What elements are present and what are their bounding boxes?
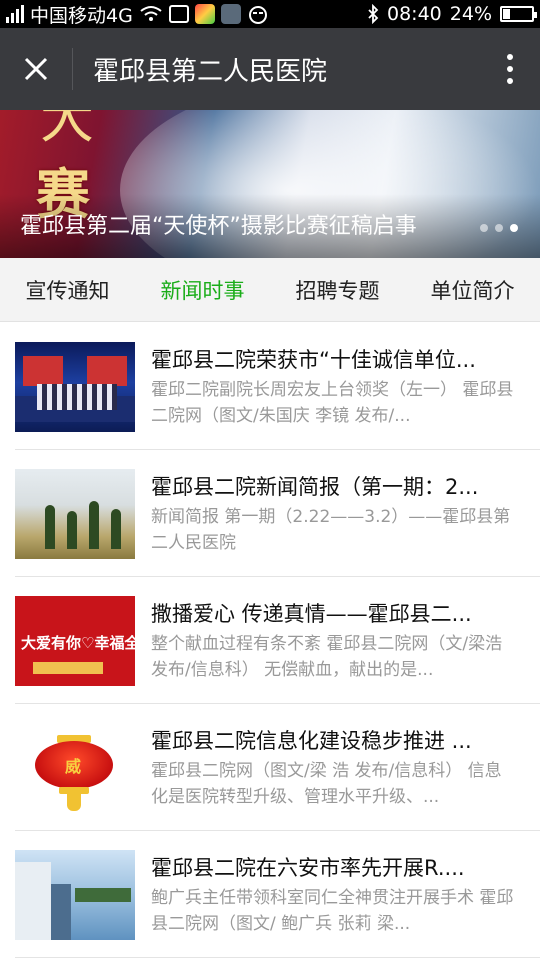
battery-percent: 24%: [449, 3, 492, 25]
thumbnail-text: 威: [65, 756, 82, 776]
category-tabs: 宣传通知 新闻时事 招聘专题 单位简介: [0, 258, 540, 322]
battery-icon: [500, 6, 537, 22]
carousel-indicator: [480, 224, 518, 232]
banner-overlay-char: 大: [40, 110, 94, 150]
list-item[interactable]: 威 霍邱县二院信息化建设稳步推进 ... 霍邱县二院网（图文/梁 浩 发布/信息…: [0, 704, 540, 831]
more-dot-icon: [507, 78, 513, 84]
tab-news[interactable]: 新闻时事: [135, 275, 270, 305]
status-bar: 中国移动4G 08:40 24%: [0, 0, 540, 28]
thumbnail-text: 大爱有你♡幸福全城: [21, 633, 135, 652]
notification-icon: [168, 5, 189, 23]
tab-notices[interactable]: 宣传通知: [0, 275, 135, 305]
banner-carousel[interactable]: 大 赛 霍邱县第二届“天使杯”摄影比赛征稿启事: [0, 110, 540, 258]
upload-icon: [220, 4, 241, 24]
carrier-label: 中国移动4G: [30, 4, 133, 27]
title-bar: 霍邱县第二人民医院: [0, 28, 540, 110]
more-dot-icon: [507, 66, 513, 72]
article-summary: 霍邱二院副院长周宏友上台领奖（左一） 霍邱县二院网（图文/朱国庆 李镜 发布/.…: [151, 379, 514, 426]
close-icon: [24, 57, 48, 81]
cat-icon: [248, 6, 267, 24]
article-title: 霍邱县二院新闻简报（第一期：2...: [151, 474, 479, 499]
carousel-dot: [495, 224, 503, 232]
tab-recruitment[interactable]: 招聘专题: [270, 275, 405, 305]
article-thumbnail: [15, 468, 135, 559]
list-item[interactable]: 霍邱县二院在六安市率先开展R.... 鲍广兵主任带领科室同仁全神贯注开展手术 霍…: [0, 831, 540, 958]
banner-caption: 霍邱县第二届“天使杯”摄影比赛征稿启事: [20, 214, 417, 239]
carousel-dot: [480, 224, 488, 232]
signal-icon: [6, 5, 24, 23]
article-title: 霍邱县二院在六安市率先开展R....: [151, 855, 465, 880]
more-options-button[interactable]: [480, 28, 540, 110]
article-thumbnail: [15, 341, 135, 432]
article-summary: 霍邱县二院网（图文/梁 浩 发布/信息科） 信息化是医院转型升级、管理水平升级、…: [151, 760, 502, 807]
article-summary: 鲍广兵主任带领科室同仁全神贯注开展手术 霍邱县二院网（图文/ 鲍广兵 张莉 梁.…: [151, 887, 514, 934]
list-item[interactable]: 霍邱县二院新闻简报（第一期：2... 新闻简报 第一期（2.22——3.2）——…: [0, 450, 540, 577]
clock: 08:40: [387, 3, 442, 25]
article-title: 霍邱县二院荣获市“十佳诚信单位...: [151, 347, 476, 372]
article-summary: 新闻简报 第一期（2.22——3.2）——霍邱县第二人民医院: [151, 506, 511, 553]
article-title: 撒播爱心 传递真情——霍邱县二...: [151, 601, 472, 626]
status-right: 08:40 24%: [367, 3, 537, 25]
article-title: 霍邱县二院信息化建设稳步推进 ...: [151, 728, 472, 753]
close-button[interactable]: [0, 28, 72, 110]
article-thumbnail: [15, 849, 135, 940]
bluetooth-icon: [368, 4, 379, 24]
more-dot-icon: [507, 54, 513, 60]
page-title: 霍邱县第二人民医院: [93, 56, 328, 87]
status-left: 中国移动4G: [6, 1, 269, 28]
carousel-dot: [510, 224, 518, 232]
article-thumbnail: 威: [15, 722, 135, 813]
app-icon: [194, 4, 215, 24]
wifi-icon: [140, 6, 162, 21]
list-item[interactable]: 大爱有你♡幸福全城 撒播爱心 传递真情——霍邱县二... 整个献血过程有条不紊 …: [0, 577, 540, 704]
tab-about[interactable]: 单位简介: [405, 275, 540, 305]
article-list: 霍邱县二院荣获市“十佳诚信单位... 霍邱二院副院长周宏友上台领奖（左一） 霍邱…: [0, 323, 540, 958]
article-thumbnail: 大爱有你♡幸福全城: [15, 595, 135, 686]
list-item[interactable]: 霍邱县二院荣获市“十佳诚信单位... 霍邱二院副院长周宏友上台领奖（左一） 霍邱…: [0, 323, 540, 450]
article-summary: 整个献血过程有条不紊 霍邱县二院网（文/梁浩 发布/信息科） 无偿献血，献出的是…: [151, 633, 503, 680]
